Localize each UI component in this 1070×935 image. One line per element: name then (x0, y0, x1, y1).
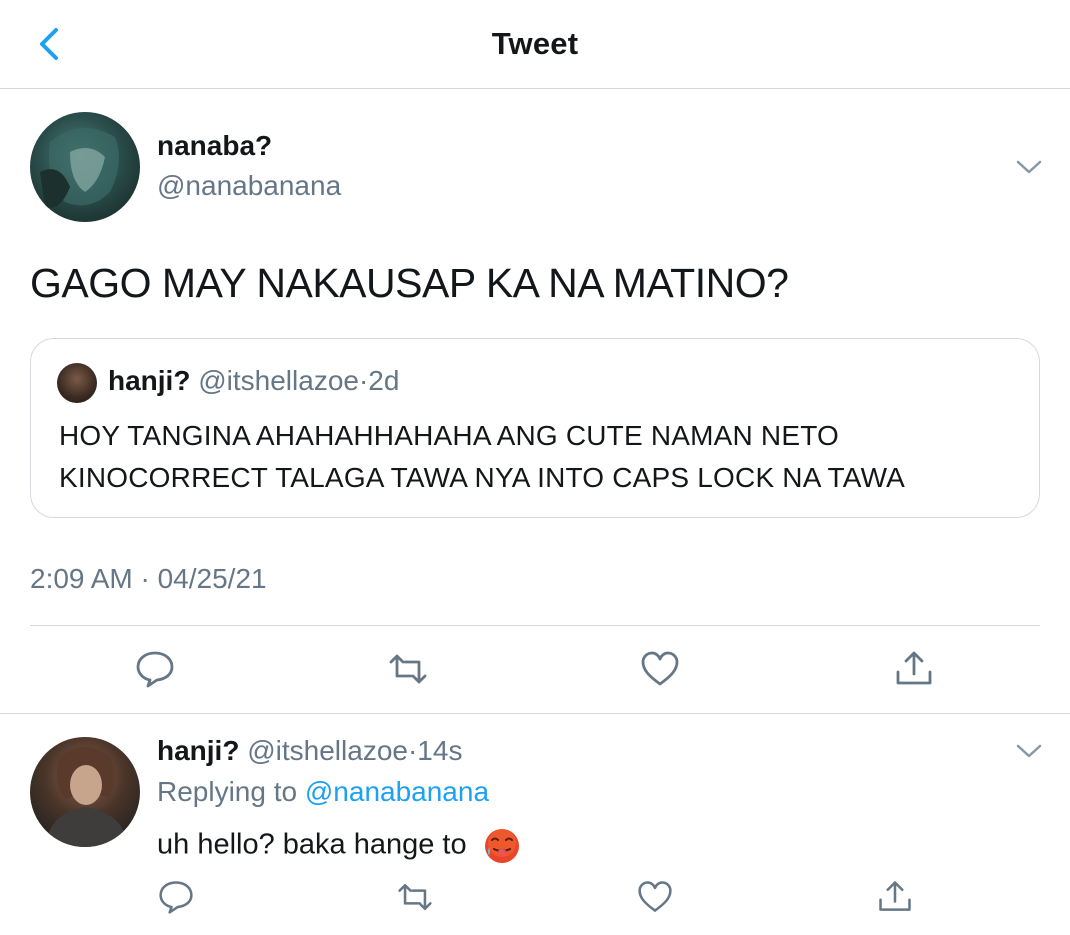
quoted-meta: hanji? @itshellazoe·2d (108, 365, 399, 397)
quoted-author-handle: @itshellazoe (198, 365, 359, 396)
reply-avatar[interactable] (30, 737, 140, 847)
like-icon[interactable] (636, 878, 674, 916)
author-handle[interactable]: @nanabanana (157, 170, 341, 202)
quoted-age: 2d (368, 365, 400, 396)
tweet-timestamp: 2:09 AM · 04/25/21 (30, 563, 267, 594)
quoted-author-name: hanji? (108, 365, 191, 396)
reply-meta: hanji? @itshellazoe·14s (157, 735, 462, 767)
reply-age: 14s (417, 735, 463, 766)
quoted-text: HOY TANGINA AHAHAHHAHAHA ANG CUTE NAMAN … (59, 415, 905, 499)
reply-separator: · (407, 735, 418, 766)
reply-author-name[interactable]: hanji? (157, 735, 239, 766)
quoted-line-2: KINOCORRECT TALAGA TAWA NYA INTO CAPS LO… (59, 462, 906, 493)
avatar[interactable] (30, 112, 140, 222)
chevron-down-icon[interactable] (1014, 157, 1044, 177)
replying-to: Replying to @nanabanana (157, 776, 489, 808)
replying-to-handle[interactable]: @nanabanana (305, 776, 489, 807)
quoted-separator: · (358, 365, 369, 396)
reply-icon[interactable] (134, 648, 176, 690)
retweet-icon[interactable] (387, 648, 429, 690)
reply-text: uh hello? baka hange to (157, 827, 521, 865)
share-icon[interactable] (876, 878, 914, 916)
top-bar: Tweet (0, 0, 1070, 89)
quoted-avatar (57, 363, 97, 403)
retweet-icon[interactable] (396, 878, 434, 916)
author-name[interactable]: nanaba? (157, 130, 272, 162)
like-icon[interactable] (639, 648, 681, 690)
reply-icon[interactable] (157, 878, 195, 916)
reply-author-handle[interactable]: @itshellazoe (247, 735, 408, 766)
chevron-down-icon[interactable] (1014, 741, 1044, 761)
reply-text-content: uh hello? baka hange to (157, 828, 467, 861)
divider (30, 625, 1040, 626)
replying-to-label: Replying to (157, 776, 298, 807)
quoted-tweet[interactable]: hanji? @itshellazoe·2d HOY TANGINA AHAHA… (30, 338, 1040, 518)
tweet-text: GAGO MAY NAKAUSAP KA NA MATINO? (30, 260, 789, 306)
page-title: Tweet (491, 26, 579, 61)
divider (0, 713, 1070, 714)
hot-face-emoji (484, 829, 519, 863)
quoted-line-1: HOY TANGINA AHAHAHHAHAHA ANG CUTE NAMAN … (59, 420, 840, 451)
share-icon[interactable] (893, 648, 935, 690)
